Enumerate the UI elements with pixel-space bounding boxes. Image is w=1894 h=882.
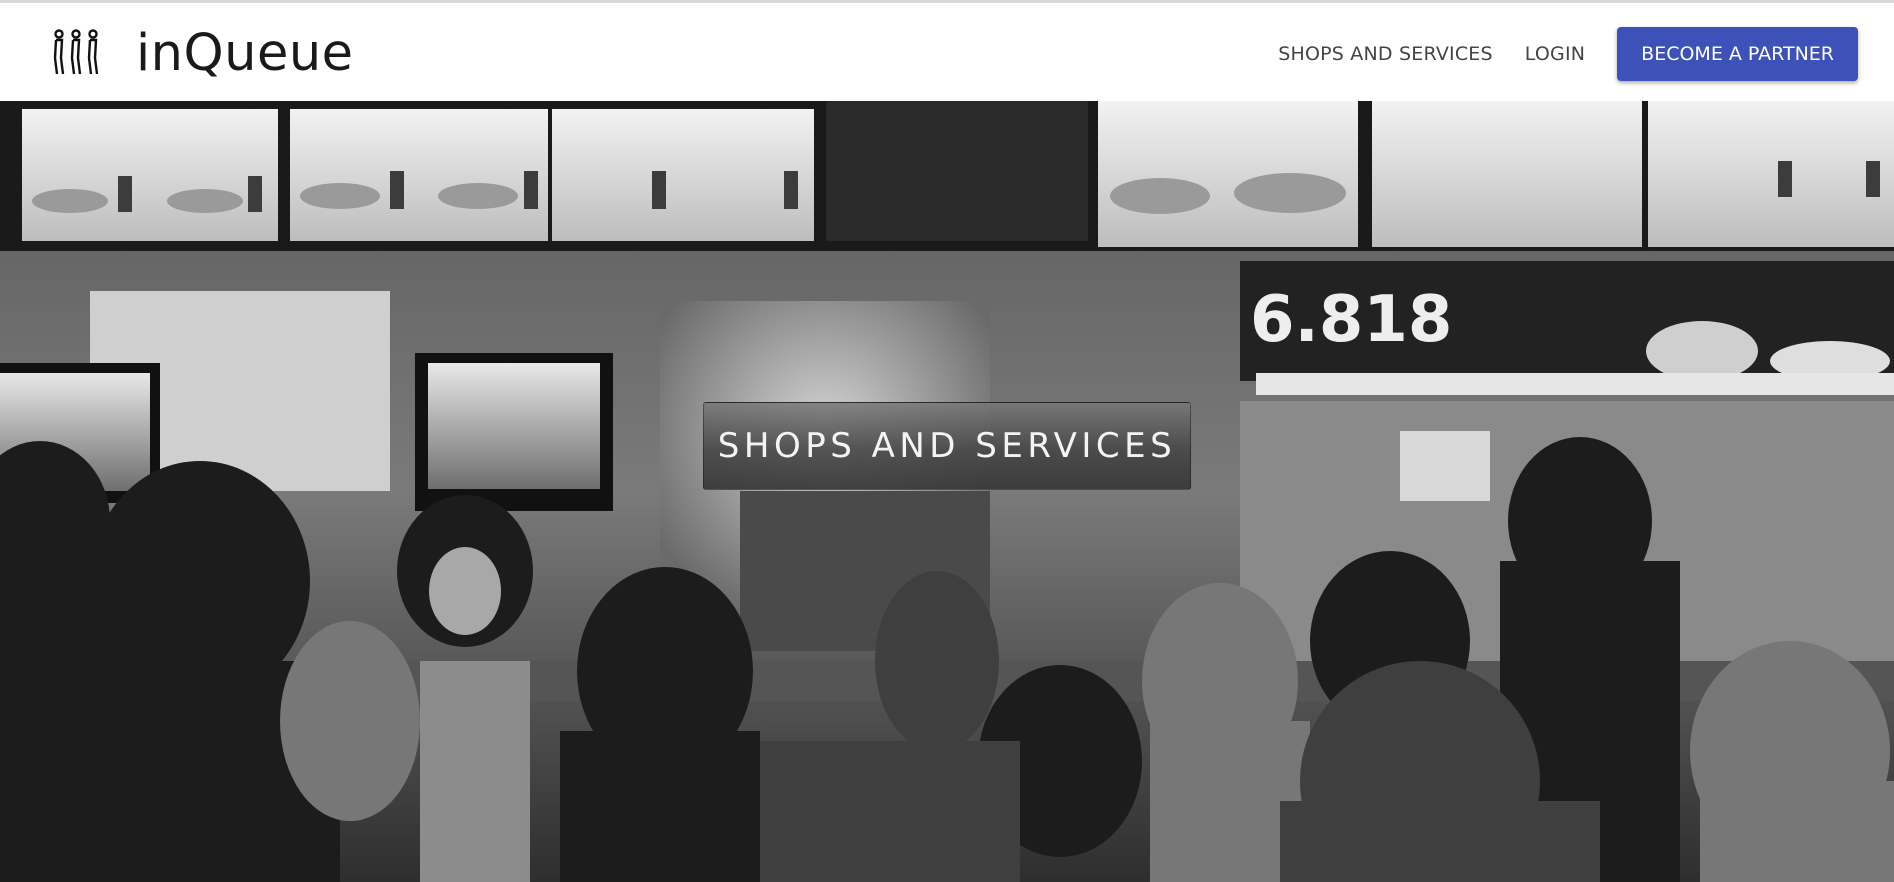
fast-food-counter-photo: 6.818 — [0, 101, 1894, 882]
nav-link-shops-and-services[interactable]: SHOPS AND SERVICES — [1278, 43, 1493, 65]
svg-text:6.818: 6.818 — [1250, 283, 1452, 357]
nav-link-login[interactable]: LOGIN — [1525, 43, 1585, 65]
nav-links: SHOPS AND SERVICES LOGIN BECOME A PARTNE… — [1278, 26, 1858, 82]
become-partner-button[interactable]: BECOME A PARTNER — [1617, 27, 1858, 81]
queue-people-icon — [53, 29, 99, 75]
brand-name: inQueue — [136, 23, 354, 83]
hero-banner: 6.818 SHOPS AND SERVICES — [0, 101, 1894, 882]
hero-title-box: SHOPS AND SERVICES — [703, 402, 1191, 490]
brand-link[interactable]: inQueue — [50, 23, 354, 83]
hero-title: SHOPS AND SERVICES — [717, 426, 1177, 466]
navbar: inQueue SHOPS AND SERVICES LOGIN BECOME … — [0, 3, 1894, 101]
